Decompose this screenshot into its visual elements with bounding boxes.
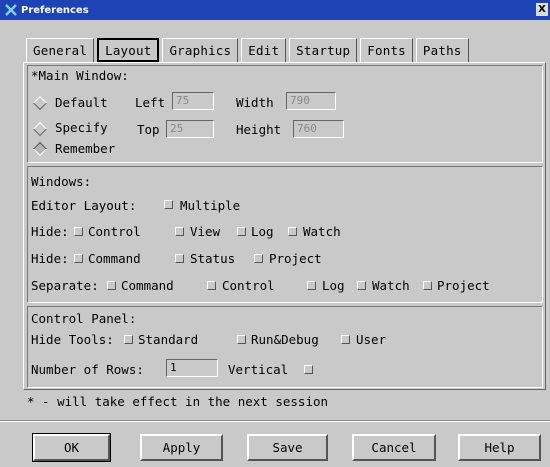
hide-log-label: Log [251,224,274,239]
multiple-checkbox[interactable] [164,200,173,209]
window-title: Preferences [21,4,89,16]
left-field[interactable]: 75 [172,92,214,110]
hide-command-checkbox[interactable] [74,254,83,263]
vertical-checkbox[interactable] [304,365,313,374]
separate-watch-label: Watch [372,278,410,293]
hide-standard-label: Standard [138,332,199,347]
hide-project-label: Project [269,251,322,266]
hide-control-checkbox[interactable] [74,227,83,236]
editor-layout-label: Editor Layout: [31,198,137,213]
separate-control-label: Control [222,278,275,293]
rows-label: Number of Rows: [31,362,144,377]
hide-status-label: Status [190,251,236,266]
radio-remember-label: Remember [55,141,116,156]
hide-tools-label: Hide Tools: [31,332,114,347]
hide-standard-checkbox[interactable] [124,335,133,344]
tab-paths[interactable]: Paths [415,38,469,62]
tab-bar: General Layout Graphics Edit Startup Fon… [26,38,472,62]
hide-status-checkbox[interactable] [175,254,184,263]
tab-fonts[interactable]: Fonts [360,38,413,62]
hide-log-checkbox[interactable] [237,227,246,236]
separate-watch-checkbox[interactable] [357,281,366,290]
hide-user-label: User [356,332,387,347]
tab-general[interactable]: General [26,38,95,62]
separate-log-label: Log [322,278,345,293]
cancel-button[interactable]: Cancel [352,434,436,461]
close-icon[interactable]: X [536,3,548,16]
hide-project-checkbox[interactable] [254,254,263,263]
separate-project-label: Project [437,278,490,293]
left-label: Left [135,95,166,110]
ok-button[interactable]: OK [32,433,111,462]
height-field[interactable]: 760 [293,120,344,138]
hide-user-checkbox[interactable] [341,335,350,344]
hide-rundebug-checkbox[interactable] [237,335,246,344]
windows-heading: Windows: [31,174,92,189]
preferences-dialog: Preferences X General Layout Graphics Ed… [0,0,550,467]
app-logo-icon [4,3,18,17]
hide-view-label: View [190,224,221,239]
tab-graphics[interactable]: Graphics [162,38,239,62]
multiple-label: Multiple [180,198,241,213]
separate-command-label: Command [121,278,174,293]
hide-label-1: Hide: [31,224,69,239]
width-label: Width [236,95,274,110]
separate-log-checkbox[interactable] [307,281,316,290]
save-button[interactable]: Save [247,434,328,461]
radio-specify-label: Specify [55,120,108,135]
separate-command-checkbox[interactable] [107,281,116,290]
top-label: Top [137,122,160,137]
hide-control-label: Control [88,224,141,239]
hide-view-checkbox[interactable] [175,227,184,236]
button-separator [0,420,550,422]
hide-rundebug-label: Run&Debug [251,332,319,347]
top-field[interactable]: 25 [166,120,214,138]
width-field[interactable]: 790 [286,92,336,110]
help-button[interactable]: Help [458,434,541,461]
footnote: * - will take effect in the next session [27,394,329,409]
tab-layout[interactable]: Layout [97,38,160,62]
separate-control-checkbox[interactable] [207,281,216,290]
rows-field[interactable]: 1 [166,359,218,377]
tab-startup[interactable]: Startup [289,38,358,62]
main-window-heading: *Main Window: [31,68,129,83]
control-panel-heading: Control Panel: [31,311,137,326]
hide-command-label: Command [88,251,141,266]
hide-label-2: Hide: [31,251,69,266]
hide-watch-label: Watch [303,224,341,239]
separate-label: Separate: [31,278,99,293]
separate-project-checkbox[interactable] [423,281,432,290]
vertical-label: Vertical [228,362,289,377]
radio-default-label: Default [55,95,108,110]
hide-watch-checkbox[interactable] [288,227,297,236]
title-bar[interactable]: Preferences X [0,0,550,20]
tab-edit[interactable]: Edit [241,38,287,62]
apply-button[interactable]: Apply [140,434,223,461]
height-label: Height [236,122,282,137]
